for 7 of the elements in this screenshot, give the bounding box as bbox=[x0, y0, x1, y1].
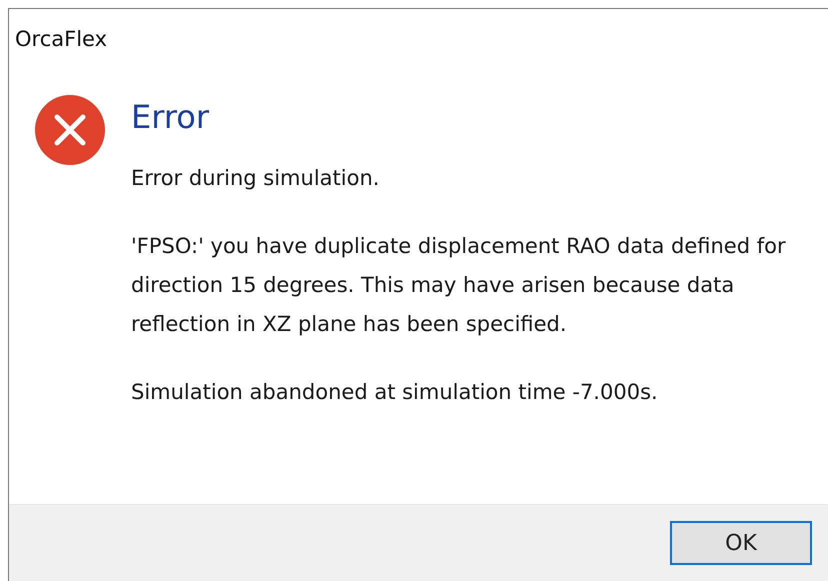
window-title: OrcaFlex bbox=[14, 26, 108, 53]
ok-button[interactable]: OK bbox=[670, 521, 812, 565]
message-text: 'FPSO:' you have duplicate displacement RAO data defined for direction 15 degrees. This may have arisen because data reflection in XZ plane has been specified. bbox=[131, 233, 787, 338]
dialog-heading: Error bbox=[131, 97, 210, 137]
error-icon bbox=[35, 95, 105, 165]
message-text: Error during simulation. bbox=[131, 165, 380, 192]
message-text: Simulation abandoned at simulation time -7.000s. bbox=[131, 379, 659, 406]
